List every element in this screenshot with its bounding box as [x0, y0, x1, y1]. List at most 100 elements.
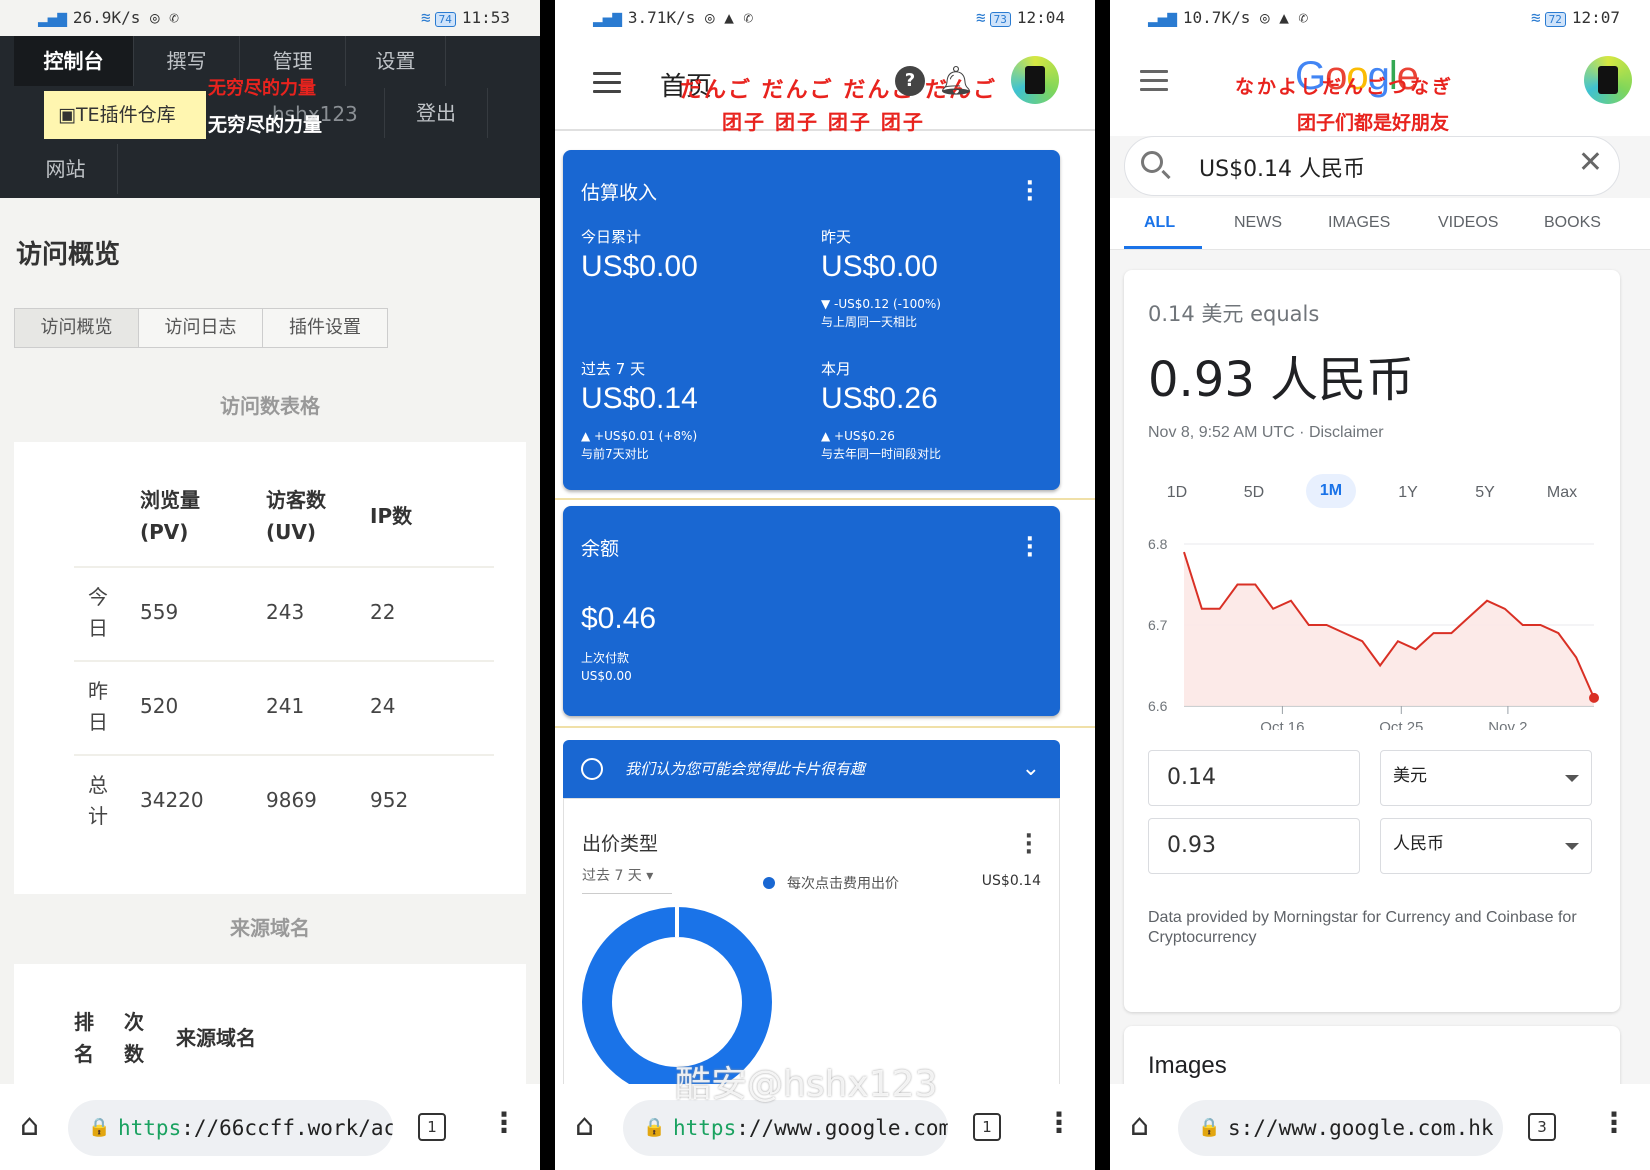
table-row: 今日 559 243 22	[74, 566, 494, 658]
more-menu-icon[interactable]: ⋮	[1600, 1106, 1628, 1139]
typecho-panel: ▂▄▆ 26.9K/s ◎ ✆ ≋ 74 11:53 控制台 撰写 管理 设置 ▣TE…	[0, 0, 540, 1170]
tab-all[interactable]: ALL	[1144, 214, 1175, 232]
home-icon[interactable]: ⌂	[1130, 1108, 1149, 1143]
y-tick-label: 6.6	[1148, 698, 1168, 714]
search-icon[interactable]	[1141, 151, 1163, 173]
yesterday-compare: 与上周同一天相比	[821, 315, 918, 329]
subtab-log[interactable]: 访问日志	[139, 309, 263, 347]
week-value: US$0.14	[581, 382, 698, 415]
tab-count-button[interactable]: 1	[418, 1113, 446, 1141]
clock: 12:04	[1016, 8, 1065, 27]
table-row: 总计 34220 9869 952	[74, 754, 494, 846]
cell-ip: 24	[370, 694, 396, 718]
table-title: 访问数表格	[220, 394, 320, 418]
lock-icon: 🔒	[88, 1117, 111, 1138]
earnings-card[interactable]: 估算收入 · · · 今日累计 US$0.00 昨天 US$0.00 ▼ -US$0…	[563, 150, 1060, 490]
conversion-result: 0.93 人民币	[1148, 352, 1415, 408]
net-speed: 3.71K/s	[627, 8, 696, 27]
more-vert-icon[interactable]: · · ·	[1025, 826, 1033, 864]
search-input[interactable]: US$0.14 人民币	[1199, 151, 1365, 183]
balance-title: 余额	[581, 538, 620, 560]
tab-images[interactable]: IMAGES	[1328, 214, 1390, 232]
cell-uv: 243	[266, 600, 305, 624]
google-header: Google なかよしだんごつなぎ 团子们都是好朋友	[1110, 36, 1650, 136]
sub-tabs: 访问概览 访问日志 插件设置	[14, 308, 388, 348]
url-text: ://www.google.com	[736, 1116, 948, 1140]
home-icon[interactable]: ⌂	[20, 1108, 39, 1143]
donut-gap	[675, 907, 679, 937]
col-rank: 排名	[74, 1010, 94, 1066]
status-bar: ▂▄▆ 10.7K/s ◎ ▲ ✆ ≋ 72 12:07	[1110, 0, 1650, 36]
earnings-title: 估算收入	[581, 182, 658, 204]
more-menu-icon[interactable]: ⋮	[1045, 1106, 1073, 1139]
te-plugin-store-button[interactable]: ▣TE插件仓库	[44, 91, 206, 139]
watermark: 酷安@hshx123	[675, 1064, 938, 1105]
status-icons: ◎ ▲ ✆	[704, 8, 754, 27]
range-5y[interactable]: 5Y	[1460, 484, 1510, 502]
subtab-overview[interactable]: 访问概览	[15, 309, 139, 347]
tab-count-button[interactable]: 1	[973, 1113, 1001, 1141]
exchange-rate-chart[interactable]: 6.8 6.7 6.6 Oct 16 Oct 25 Nov 2	[1124, 530, 1620, 730]
bid-type-card: 出价类型 过去 7 天 ▾ · · · 每次点击费用出价 US$0.14	[563, 798, 1060, 1098]
tab-settings[interactable]: 设置	[346, 36, 446, 86]
more-vert-icon[interactable]: · · ·	[1026, 529, 1034, 567]
month-delta: ▲ +US$0.26	[821, 429, 895, 443]
url-bar[interactable]: 🔒 s://www.google.com.hk	[1178, 1100, 1503, 1156]
balance-value: $0.46	[581, 602, 657, 635]
insight-banner[interactable]: 我们认为您可能会觉得此卡片很有趣 ⌄	[563, 740, 1060, 798]
range-1m[interactable]: 1M	[1306, 474, 1356, 508]
more-vert-icon[interactable]: · · ·	[1026, 173, 1034, 211]
clear-icon[interactable]: ✕	[1578, 145, 1603, 180]
hamburger-menu-icon[interactable]	[593, 72, 621, 99]
balance-card[interactable]: 余额 · · · $0.46 上次付款 US$0.00	[563, 506, 1060, 716]
chevron-down-icon[interactable]: ⌄	[1022, 740, 1040, 798]
signal-icon: ▂▄▆	[1148, 8, 1177, 27]
cell-pv: 520	[140, 694, 179, 718]
source-title: 来源域名	[230, 916, 310, 940]
table-row: 昨日 520 241 24	[74, 660, 494, 752]
amount-from-input[interactable]: 0.14	[1148, 750, 1360, 806]
y-tick-label: 6.8	[1148, 536, 1168, 552]
range-5d[interactable]: 5D	[1229, 484, 1279, 502]
col-pv: 浏览量 (PV)	[140, 488, 200, 544]
range-1d[interactable]: 1D	[1152, 484, 1202, 502]
url-text: ://66ccff.work/ac	[181, 1116, 393, 1140]
browser-bottom-bar: ⌂ 🔒 s://www.google.com.hk 3 ⋮	[1110, 1084, 1650, 1170]
today-label: 今日累计	[581, 228, 642, 246]
tab-count-button[interactable]: 3	[1528, 1113, 1556, 1141]
yesterday-label: 昨天	[821, 228, 852, 246]
help-icon[interactable]: ?	[895, 66, 925, 96]
avatar[interactable]	[1011, 56, 1059, 104]
site-link[interactable]: 网站	[14, 144, 118, 194]
home-icon[interactable]: ⌂	[575, 1108, 594, 1143]
amount-to-input[interactable]: 0.93	[1148, 818, 1360, 874]
tab-videos[interactable]: VIDEOS	[1438, 214, 1498, 232]
bell-icon[interactable]: 🔔︎	[938, 64, 974, 97]
tab-books[interactable]: BOOKS	[1544, 214, 1601, 232]
search-box[interactable]: US$0.14 人民币 ✕	[1124, 136, 1620, 196]
tab-dashboard[interactable]: 控制台	[14, 36, 134, 86]
battery-icon: 72	[1544, 12, 1566, 27]
range-1y[interactable]: 1Y	[1383, 484, 1433, 502]
col-ip: IP数	[370, 504, 413, 528]
currency-to-select[interactable]: 人民币	[1380, 818, 1592, 874]
hamburger-menu-icon[interactable]	[1140, 70, 1168, 97]
url-bar[interactable]: 🔒 https://66ccff.work/ac	[68, 1100, 393, 1156]
tab-news[interactable]: NEWS	[1234, 214, 1282, 232]
more-menu-icon[interactable]: ⋮	[490, 1106, 518, 1139]
row-label: 总计	[88, 773, 108, 828]
range-dropdown[interactable]: 过去 7 天 ▾	[582, 865, 672, 894]
url-bar[interactable]: 🔒 https://www.google.com	[623, 1100, 948, 1156]
timestamp-disclaimer: Nov 8, 9:52 AM UTC · Disclaimer	[1148, 424, 1384, 441]
status-bar: ▂▄▆ 26.9K/s ◎ ✆ ≋ 74 11:53	[0, 0, 540, 36]
currency-from-select[interactable]: 美元	[1380, 750, 1592, 806]
logout-link[interactable]: 登出	[384, 88, 488, 138]
status-icons: ◎ ✆	[149, 8, 179, 27]
avatar[interactable]	[1584, 56, 1632, 104]
subtab-settings[interactable]: 插件设置	[263, 309, 387, 347]
plugin-icon: ▣	[58, 104, 76, 126]
wifi-icon: ≋	[420, 8, 431, 27]
url-scheme: https	[118, 1116, 182, 1140]
range-max[interactable]: Max	[1537, 484, 1587, 502]
active-tab-indicator	[1124, 246, 1202, 249]
